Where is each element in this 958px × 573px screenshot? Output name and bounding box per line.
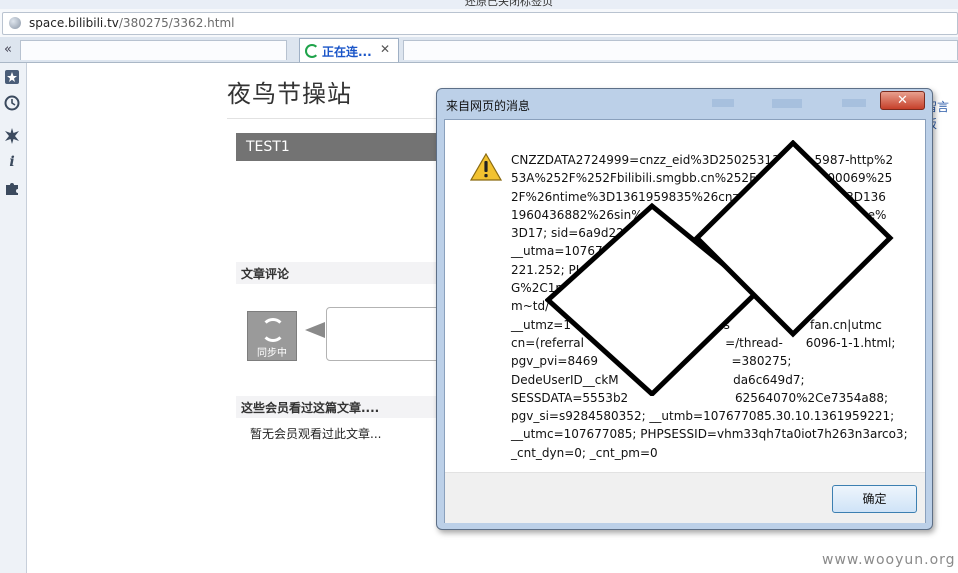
url-text: space.bilibili.tv/380275/3362.html [29,16,234,30]
ghost-tab-c [842,99,866,107]
article-title: TEST1 [246,139,290,155]
ok-button[interactable]: 确定 [832,485,917,513]
address-bar: space.bilibili.tv/380275/3362.html [0,9,958,38]
no-viewers-text: 暂无会员观看过此文章... [250,427,382,441]
sync-button[interactable]: 同步中 [247,311,297,361]
message-line: pgv_si=s9284580352; __utmb=107677085.30.… [511,409,895,424]
globe-icon [9,17,21,29]
tab-label: 正在连... [322,45,372,59]
viewers-section-title: 这些会员看过这篇文章.... [241,401,380,415]
dialog-button-panel: 确定 [445,472,925,523]
viewers-section-header: 这些会员看过这篇文章.... [236,396,446,418]
url-domain: space.bilibili.tv [29,16,119,30]
puzzle-icon[interactable] [4,180,20,196]
tab-blank-right[interactable] [403,40,958,60]
url-path: /380275/3362.html [118,16,235,30]
redaction-overlay [545,140,894,396]
dialog-close-button[interactable]: ✕ [880,91,925,110]
tab-scroll-back-icon[interactable]: « [0,40,16,60]
url-field[interactable]: space.bilibili.tv/380275/3362.html [2,12,958,35]
loading-spinner-icon [305,44,319,58]
comments-section-title: 文章评论 [241,267,290,281]
info-icon[interactable]: i [4,154,20,170]
dialog-title: 来自网页的消息 [446,99,531,113]
gear-burst-icon[interactable] [4,128,20,144]
article-title-bar: TEST1 [236,133,446,161]
watermark: www.wooyun.org [822,552,956,568]
bookmark-icon[interactable] [4,69,20,85]
ghost-tab-a [712,99,734,107]
site-title: 夜鸟节操站 [227,80,352,108]
tab-close-icon[interactable]: ✕ [380,42,390,56]
comment-pointer [305,322,325,338]
window-title-strip: 还原已关闭标签页 [0,0,958,9]
message-line: __utmc=107677085; PHPSESSID=vhm33qh7ta0i… [511,427,908,442]
window-title-text: 还原已关闭标签页 [465,0,553,8]
tab-loading[interactable]: 正在连... ✕ [299,38,399,62]
message-line: _cnt_dyn=0; _cnt_pm=0 [511,445,658,460]
history-icon[interactable] [4,95,20,111]
comments-section-header: 文章评论 [236,262,446,284]
browser-sidebar: i [0,63,27,573]
tab-bar: « 正在连... ✕ [0,37,958,63]
warning-icon [470,153,502,181]
title-divider [227,118,447,119]
tab-blank-left[interactable] [20,40,287,60]
ghost-tab-b [772,99,802,108]
sync-icon [261,318,285,342]
sync-label: 同步中 [257,348,287,359]
